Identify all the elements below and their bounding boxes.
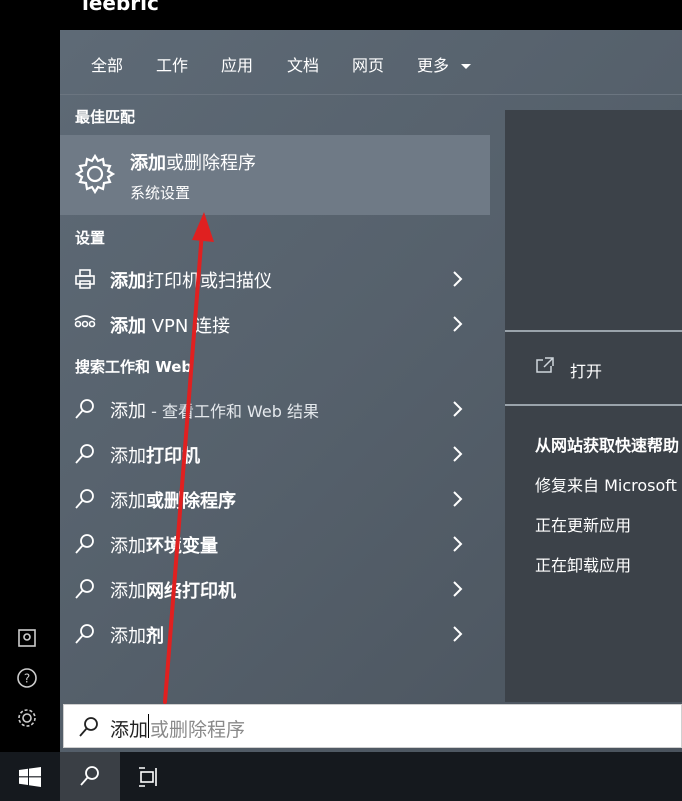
tab-documents[interactable]: 文档 [287,52,319,76]
help-icon[interactable]: ? [16,667,38,689]
chevron-right-icon [453,491,463,507]
help-title: 从网站获取快速帮助 [535,436,680,455]
chevron-right-icon [453,316,463,332]
chevron-down-icon [461,64,472,69]
best-match-title-bold: 添加 [130,153,166,174]
best-match-title-rest: 或删除程序 [166,153,256,174]
search-icon [75,579,94,599]
search-autocomplete: 或删除程序 [150,719,246,741]
settings-item-rest: VPN 连接 [146,316,231,337]
settings-item-add-printer[interactable]: 添加打印机或扫描仪 [60,257,490,301]
help-link-repair[interactable]: 修复来自 Microsoft [535,472,677,496]
help-link-updating[interactable]: 正在更新应用 [535,512,631,536]
settings-item-bold: 添加 [110,316,146,337]
web-item-plain: 添加 [110,536,146,557]
task-view-icon[interactable] [138,766,162,788]
chevron-right-icon [453,626,463,642]
preview-divider [505,404,682,406]
open-label: 打开 [570,362,603,381]
web-item-bold: 网络打印机 [146,581,236,602]
web-item-network-printer[interactable]: 添加网络打印机 [60,567,490,611]
settings-item-bold: 添加 [110,271,146,292]
web-item-agent[interactable]: 添加剂 [60,612,490,656]
chevron-right-icon [453,446,463,462]
taskbar [0,752,682,801]
web-item-bold: 环境变量 [146,536,218,557]
web-item-plain: 添加 [110,491,146,512]
search-query: 添加 [110,719,149,741]
settings-item-rest: 打印机或扫描仪 [146,271,272,292]
web-item-bold: 或删除程序 [146,491,236,512]
open-external-icon [536,357,554,373]
web-item-plain: 添加 [110,626,146,647]
search-icon [75,489,94,509]
settings-icon[interactable] [16,707,38,729]
tab-work[interactable]: 工作 [156,52,188,76]
chevron-right-icon [453,536,463,552]
web-item-plain: 添加 [110,581,146,602]
chevron-right-icon [453,581,463,597]
best-match-subtitle: 系统设置 [130,184,191,202]
tab-more[interactable]: 更多 [417,52,472,76]
tab-more-label: 更多 [417,56,450,75]
web-item-bold: 打印机 [146,446,200,467]
settings-item-add-vpn[interactable]: 添加 VPN 连接 [60,302,490,346]
web-item-remove-programs[interactable]: 添加或删除程序 [60,477,490,521]
windows-start-icon[interactable] [19,767,41,787]
search-icon [75,399,94,419]
web-header: 搜索工作和 Web [75,358,193,376]
preview-pane: 打开 从网站获取快速帮助 修复来自 Microsoft 正在更新应用 正在卸载应… [505,110,682,702]
help-link-uninstalling[interactable]: 正在卸载应用 [535,552,631,576]
search-icon [75,444,94,464]
tab-web[interactable]: 网页 [352,52,384,76]
search-icon [80,766,99,786]
chevron-right-icon [453,271,463,287]
printer-icon [75,269,95,289]
best-match-header: 最佳匹配 [75,108,136,126]
preview-divider [505,330,682,332]
search-panel: 全部 工作 应用 文档 网页 更多 最佳匹配 添加或删除程序 系统设置 设置 添… [60,30,682,752]
best-match-item[interactable]: 添加或删除程序 系统设置 [60,135,490,215]
taskbar-search-button[interactable] [60,752,120,801]
svg-text:?: ? [24,672,30,686]
window-title-bar: leebric [62,0,682,30]
window-title: leebric [82,0,159,15]
results-list: 最佳匹配 添加或删除程序 系统设置 设置 添加打印机或扫描仪 添加 VPN 连接… [60,95,490,702]
vpn-icon [74,315,96,328]
best-match-title: 添加或删除程序 [130,149,256,175]
chevron-right-icon [453,401,463,417]
tab-apps[interactable]: 应用 [221,52,253,76]
start-left-rail: ? [0,0,60,752]
tab-all[interactable]: 全部 [91,52,123,76]
web-item-view-results[interactable]: 添加 - 查看工作和 Web 结果 [60,387,490,431]
text-caret [148,714,149,738]
scope-tabs: 全部 工作 应用 文档 网页 更多 [60,30,682,95]
photos-icon[interactable] [16,627,38,649]
web-item-bold: 剂 [146,626,164,647]
search-icon [75,534,94,554]
web-item-plain: 添加 [110,446,146,467]
settings-header: 设置 [75,229,106,247]
gear-icon [74,153,116,195]
web-item-printer[interactable]: 添加打印机 [60,432,490,476]
search-icon [75,624,94,644]
web-item-note: - 查看工作和 Web 结果 [146,402,320,421]
web-item-env-vars[interactable]: 添加环境变量 [60,522,490,566]
web-item-plain: 添加 [110,401,146,422]
search-icon [79,717,98,737]
search-input[interactable]: 添加 或删除程序 [63,704,682,748]
